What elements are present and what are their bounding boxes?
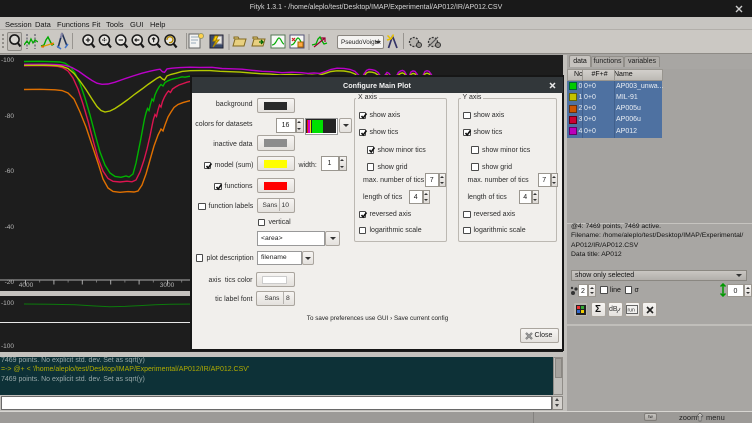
- svg-text:run: run: [628, 308, 635, 314]
- svg-text:dB: dB: [609, 306, 618, 313]
